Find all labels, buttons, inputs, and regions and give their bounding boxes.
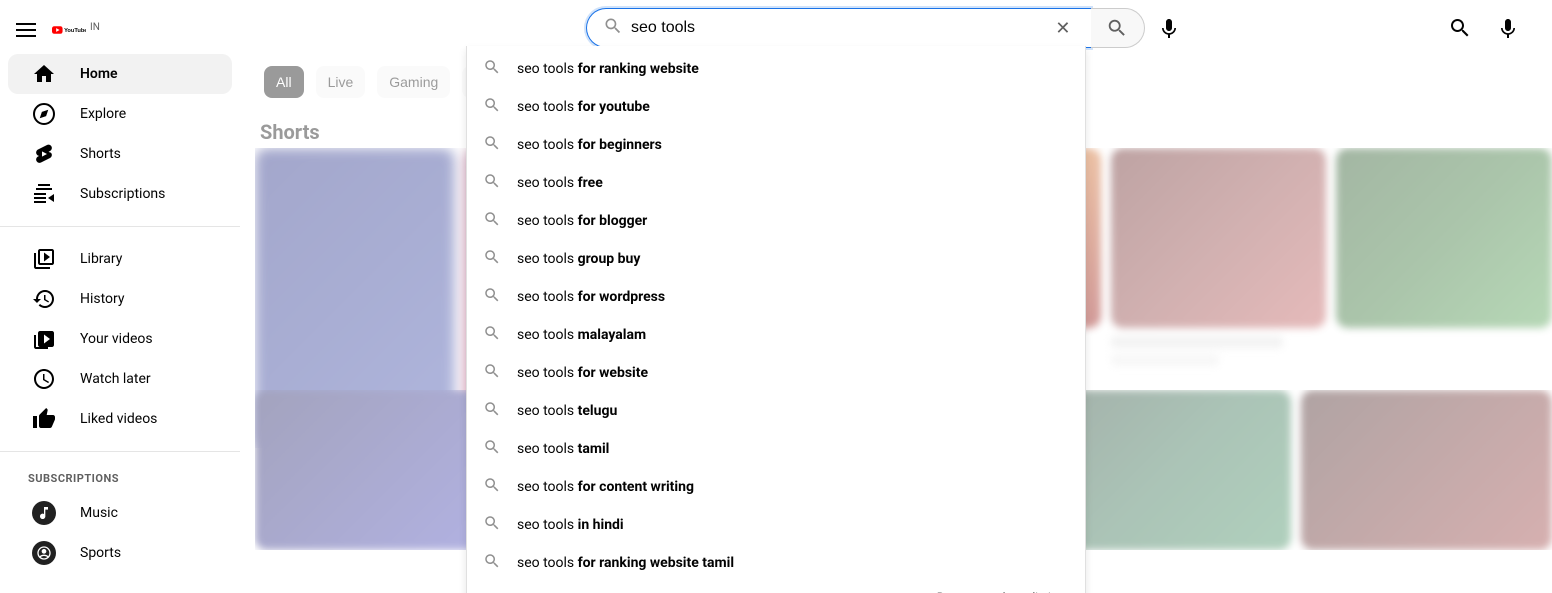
sidebar-item-your-videos-label: Your videos — [80, 331, 153, 347]
liked-videos-icon — [32, 407, 56, 431]
suggestion-text-9: seo tools for website — [517, 365, 648, 381]
sidebar-header: YouTube IN — [0, 10, 240, 54]
sidebar-item-your-videos[interactable]: Your videos — [8, 319, 232, 359]
sidebar-subscription-sports-label: Sports — [80, 545, 121, 561]
suggestion-search-icon-12 — [483, 476, 501, 498]
report-search-predictions[interactable]: Report search predictions — [467, 582, 1085, 593]
suggestion-text-3: seo tools for beginners — [517, 137, 662, 153]
sidebar-item-explore-label: Explore — [80, 106, 126, 122]
suggestion-7[interactable]: seo tools for wordpress — [467, 278, 1085, 316]
sidebar-item-history[interactable]: History — [8, 279, 232, 319]
watch-later-icon — [32, 367, 56, 391]
suggestion-search-icon-8 — [483, 324, 501, 346]
suggestion-search-icon-11 — [483, 438, 501, 460]
country-label: IN — [90, 22, 100, 33]
search-clear-button[interactable]: ✕ — [1051, 14, 1074, 43]
subscriptions-section-title: SUBSCRIPTIONS — [0, 464, 240, 493]
suggestion-search-icon-2 — [483, 96, 501, 118]
suggestion-13[interactable]: seo tools in hindi — [467, 506, 1085, 544]
suggestion-text-8: seo tools malayalam — [517, 327, 646, 343]
sidebar-item-subscriptions-label: Subscriptions — [80, 186, 165, 202]
topbar-search-button[interactable] — [1440, 8, 1480, 48]
sidebar-subscription-sports[interactable]: Sports — [8, 533, 232, 573]
youtube-logo[interactable]: YouTube IN — [52, 18, 100, 42]
suggestion-6[interactable]: seo tools group buy — [467, 240, 1085, 278]
suggestion-text-14: seo tools for ranking website tamil — [517, 555, 734, 571]
suggestion-14[interactable]: seo tools for ranking website tamil — [467, 544, 1085, 582]
sidebar-item-liked-videos[interactable]: Liked videos — [8, 399, 232, 439]
suggestion-9[interactable]: seo tools for website — [467, 354, 1085, 392]
suggestion-4[interactable]: seo tools free — [467, 164, 1085, 202]
sidebar-item-subscriptions[interactable]: Subscriptions — [8, 174, 232, 214]
shorts-icon — [32, 142, 56, 166]
sidebar-item-shorts-label: Shorts — [80, 146, 121, 162]
suggestion-search-icon-6 — [483, 248, 501, 270]
suggestion-text-11: seo tools tamil — [517, 441, 609, 457]
youtube-logo-icon: YouTube — [52, 18, 86, 42]
suggestion-search-icon-7 — [483, 286, 501, 308]
music-avatar — [32, 501, 56, 525]
sidebar-nav: Home Explore Shorts Subscriptions — [0, 54, 240, 581]
suggestion-12[interactable]: seo tools for content writing — [467, 468, 1085, 506]
sidebar-item-history-label: History — [80, 291, 125, 307]
sidebar: YouTube IN Home Explore Shorts — [0, 0, 240, 593]
suggestion-text-13: seo tools in hindi — [517, 517, 624, 533]
search-submit-button[interactable] — [1091, 8, 1145, 48]
suggestion-8[interactable]: seo tools malayalam — [467, 316, 1085, 354]
sidebar-item-watch-later-label: Watch later — [80, 371, 151, 387]
suggestion-search-icon-3 — [483, 134, 501, 156]
library-icon — [32, 247, 56, 271]
suggestion-search-icon-9 — [483, 362, 501, 384]
suggestion-search-icon-5 — [483, 210, 501, 232]
suggestion-search-icon-13 — [483, 514, 501, 536]
topbar-mic-button[interactable] — [1488, 8, 1528, 48]
suggestion-search-icon-1 — [483, 58, 501, 80]
suggestion-11[interactable]: seo tools tamil — [467, 430, 1085, 468]
your-videos-icon — [32, 327, 56, 351]
sidebar-item-home-label: Home — [80, 66, 118, 82]
sidebar-item-explore[interactable]: Explore — [8, 94, 232, 134]
sidebar-subscription-music-label: Music — [80, 505, 118, 521]
suggestion-text-10: seo tools telugu — [517, 403, 617, 419]
svg-text:YouTube: YouTube — [64, 28, 86, 34]
search-input[interactable] — [631, 19, 1043, 37]
sidebar-item-library-label: Library — [80, 251, 122, 267]
home-icon — [32, 62, 56, 86]
search-box: ✕ — [586, 8, 1091, 48]
suggestion-search-icon-4 — [483, 172, 501, 194]
mic-button[interactable] — [1153, 8, 1186, 48]
suggestion-search-icon-10 — [483, 400, 501, 422]
suggestion-text-4: seo tools free — [517, 175, 603, 191]
suggestion-text-2: seo tools for youtube — [517, 99, 650, 115]
hamburger-menu[interactable] — [16, 23, 36, 37]
suggestion-5[interactable]: seo tools for blogger — [467, 202, 1085, 240]
search-container: ✕ — [586, 8, 1186, 48]
suggestion-text-6: seo tools group buy — [517, 251, 640, 267]
sidebar-item-liked-videos-label: Liked videos — [80, 411, 157, 427]
sidebar-divider-2 — [0, 451, 240, 452]
explore-icon — [32, 102, 56, 126]
suggestion-text-5: seo tools for blogger — [517, 213, 647, 229]
suggestion-2[interactable]: seo tools for youtube — [467, 88, 1085, 126]
suggestion-text-7: seo tools for wordpress — [517, 289, 665, 305]
subscriptions-icon — [32, 182, 56, 206]
sidebar-divider-1 — [0, 226, 240, 227]
suggestion-1[interactable]: seo tools for ranking website — [467, 50, 1085, 88]
sidebar-item-home[interactable]: Home — [8, 54, 232, 94]
sports-avatar — [32, 541, 56, 565]
suggestion-text-12: seo tools for content writing — [517, 479, 694, 495]
search-dropdown: seo tools for ranking website seo tools … — [466, 46, 1086, 593]
sidebar-item-library[interactable]: Library — [8, 239, 232, 279]
suggestion-search-icon-14 — [483, 552, 501, 574]
sidebar-item-watch-later[interactable]: Watch later — [8, 359, 232, 399]
sidebar-item-shorts[interactable]: Shorts — [8, 134, 232, 174]
sidebar-subscription-music[interactable]: Music — [8, 493, 232, 533]
suggestion-10[interactable]: seo tools telugu — [467, 392, 1085, 430]
history-icon — [32, 287, 56, 311]
search-icon-left — [603, 16, 623, 40]
suggestion-text-1: seo tools for ranking website — [517, 61, 699, 77]
suggestion-3[interactable]: seo tools for beginners — [467, 126, 1085, 164]
